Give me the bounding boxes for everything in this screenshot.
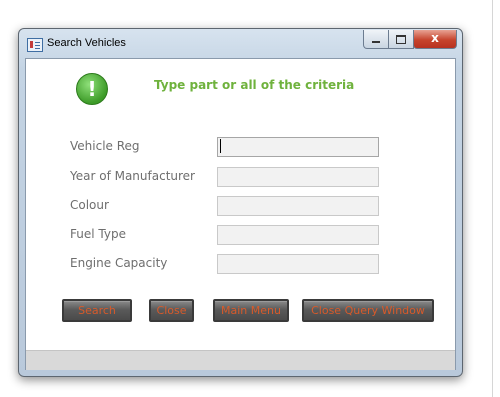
exclamation-icon: !: [76, 73, 108, 105]
vehicle-reg-label: Vehicle Reg: [70, 139, 140, 153]
colour-label: Colour: [70, 198, 109, 212]
year-of-manufacturer-label: Year of Manufacturer: [70, 169, 195, 183]
instruction-heading: Type part or all of the criteria: [154, 78, 355, 92]
form-body: ! Type part or all of the criteria Vehic…: [25, 58, 456, 370]
year-of-manufacturer-input[interactable]: [217, 167, 379, 187]
search-button[interactable]: Search: [62, 299, 132, 322]
background-panel-edge: [492, 0, 500, 397]
fuel-type-input[interactable]: [217, 225, 379, 245]
minimize-icon: [372, 41, 380, 43]
close-query-window-button[interactable]: Close Query Window: [302, 299, 434, 322]
window-title: Search Vehicles: [47, 37, 126, 49]
engine-capacity-input[interactable]: [217, 254, 379, 274]
colour-input[interactable]: [217, 196, 379, 216]
text-caret: [220, 139, 221, 153]
search-vehicles-window: Search Vehicles x ! Type part or all of …: [18, 28, 463, 377]
vehicle-reg-input[interactable]: [217, 137, 379, 157]
form-footer: [26, 350, 455, 370]
maximize-button[interactable]: [388, 30, 414, 49]
fuel-type-label: Fuel Type: [70, 227, 126, 241]
engine-capacity-label: Engine Capacity: [70, 256, 168, 270]
title-bar[interactable]: Search Vehicles x: [19, 29, 462, 59]
close-icon: x: [431, 31, 439, 45]
maximize-icon: [396, 35, 406, 44]
main-menu-button[interactable]: Main Menu: [213, 299, 289, 322]
minimize-button[interactable]: [363, 30, 389, 49]
close-window-button[interactable]: x: [413, 30, 457, 49]
close-button[interactable]: Close: [149, 299, 194, 322]
form-icon: [27, 38, 43, 52]
